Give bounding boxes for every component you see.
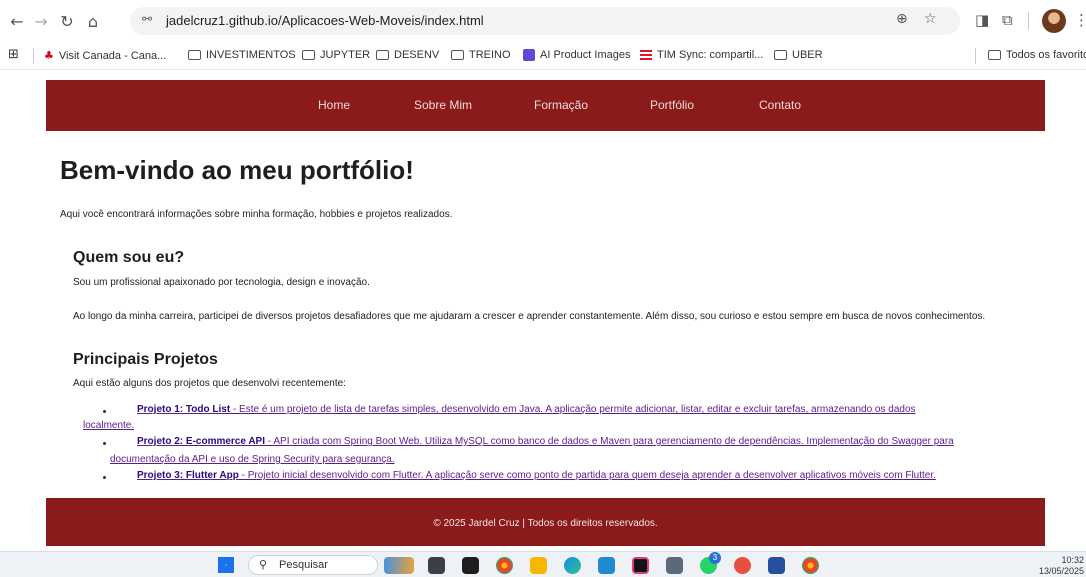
browser-toolbar: ← → ↻ ⌂ ⚯ jadelcruz1.github.io/Aplicacoe… [0, 0, 1086, 42]
project-1-desc-continued[interactable]: localmente. [83, 420, 134, 431]
site-footer: © 2025 Jardel Cruz | Todos os direitos r… [46, 498, 1045, 546]
list-bullet [103, 442, 106, 445]
project-3-title: Projeto 3: Flutter App [137, 470, 239, 481]
taskbar-search[interactable]: ⚲ Pesquisar [248, 555, 378, 575]
back-icon[interactable]: ← [6, 10, 28, 32]
bookmark-label: DESENV [394, 49, 440, 61]
project-1-link[interactable]: Projeto 1: Todo List - Este é um projeto… [137, 404, 916, 415]
taskbar: ⚲ Pesquisar 3 10:32 13/05/2025 [0, 551, 1086, 577]
list-bullet [103, 476, 106, 479]
folder-icon [376, 50, 389, 60]
star-icon[interactable]: ☆ [924, 11, 937, 27]
windows-start-icon[interactable] [218, 557, 234, 573]
bookmark-label: Todos os favoritos [1006, 49, 1086, 61]
extension-icon[interactable]: ◨ [975, 11, 989, 29]
project-2-title: Projeto 2: E-commerce API [137, 436, 266, 447]
folder-icon [988, 50, 1001, 60]
page-title: Bem-vindo ao meu portfólio! [60, 155, 414, 185]
url-text[interactable]: jadelcruz1.github.io/Aplicacoes-Web-Move… [166, 13, 484, 28]
list-bullet [103, 410, 106, 413]
site-navbar: Home Sobre Mim Formação Portfólio Contat… [46, 80, 1045, 131]
bookmark-ai-product-images[interactable]: AI Product Images [523, 49, 631, 61]
address-bar[interactable]: ⚯ jadelcruz1.github.io/Aplicacoes-Web-Mo… [130, 7, 960, 35]
zoom-icon[interactable]: ⊕ [896, 11, 908, 27]
bookmark-label: UBER [792, 49, 823, 61]
search-icon: ⚲ [259, 558, 268, 571]
bookmark-investimentos[interactable]: INVESTIMENTOS [188, 49, 296, 61]
bookmarks-bar: ⊞ ♣ Visit Canada - Cana... INVESTIMENTOS… [0, 42, 1086, 70]
system-clock[interactable]: 10:32 13/05/2025 [1038, 555, 1084, 577]
project-3-desc: - Projeto inicial desenvolvido com Flutt… [238, 470, 936, 481]
terminal-icon[interactable] [462, 557, 479, 574]
bookmarks-divider [975, 48, 976, 64]
edge-icon[interactable] [564, 557, 581, 574]
project-1-desc: - Este é um projeto de lista de tarefas … [230, 404, 916, 415]
bookmark-label: INVESTIMENTOS [206, 49, 296, 61]
apps-grid-icon[interactable]: ⊞ [8, 47, 19, 62]
bookmark-label: TIM Sync: compartil... [657, 49, 764, 61]
bookmark-all-favorites[interactable]: Todos os favoritos [988, 49, 1086, 61]
ai-product-icon [523, 49, 535, 61]
site-info-icon[interactable]: ⚯ [142, 12, 152, 26]
about-paragraph-1: Sou um profissional apaixonado por tecno… [73, 277, 370, 288]
project-2-link[interactable]: Projeto 2: E-commerce API - API criada c… [137, 436, 954, 447]
folder-icon [188, 50, 201, 60]
clock-time: 10:32 [1061, 555, 1084, 565]
vscode-icon[interactable] [598, 557, 615, 574]
project-1-title: Projeto 1: Todo List [137, 404, 231, 415]
project-3-link[interactable]: Projeto 3: Flutter App - Projeto inicial… [137, 470, 936, 481]
widgets-icon[interactable] [384, 557, 414, 574]
bookmark-tim-sync[interactable]: TIM Sync: compartil... [640, 49, 763, 61]
project-2-desc-continued[interactable]: documentação da API e uso de Spring Secu… [110, 454, 395, 465]
nav-home[interactable]: Home [318, 98, 350, 112]
chrome-icon[interactable] [496, 557, 513, 574]
bookmark-label: Visit Canada - Cana... [58, 49, 167, 62]
bookmark-desenv[interactable]: DESENV [376, 49, 439, 61]
extensions-icon[interactable]: ⧉ [1002, 11, 1013, 29]
about-paragraph-2: Ao longo da minha carreira, participei d… [73, 311, 986, 322]
bookmark-jupyter[interactable]: JUPYTER [302, 49, 370, 61]
footer-text: © 2025 Jardel Cruz | Todos os direitos r… [433, 518, 658, 529]
about-title: Quem sou eu? [73, 249, 185, 266]
home-icon[interactable]: ⌂ [82, 10, 104, 32]
jetbrains-icon[interactable] [632, 557, 649, 574]
reload-icon[interactable]: ↻ [56, 10, 78, 32]
maple-leaf-icon: ♣ [44, 49, 54, 62]
task-view-icon[interactable] [428, 557, 445, 574]
hero-intro: Aqui você encontrará informações sobre m… [60, 209, 453, 220]
tim-icon [640, 50, 652, 60]
nav-formacao[interactable]: Formação [534, 98, 588, 112]
whatsapp-icon[interactable]: 3 [700, 552, 721, 574]
app-icon[interactable] [734, 557, 751, 574]
nav-sobre-mim[interactable]: Sobre Mim [414, 98, 472, 112]
bookmark-visit-canada[interactable]: ♣ Visit Canada - Cana... [44, 49, 166, 62]
bookmark-treino[interactable]: TREINO [451, 49, 511, 61]
menu-icon[interactable]: ⋮ [1074, 11, 1086, 29]
bookmark-uber[interactable]: UBER [774, 49, 823, 61]
bookmark-label: TREINO [469, 49, 511, 61]
taskbar-search-label: Pesquisar [279, 559, 328, 571]
teams-icon[interactable] [768, 557, 785, 574]
forward-icon[interactable]: → [30, 10, 52, 32]
file-explorer-icon[interactable] [530, 557, 547, 574]
bookmarks-divider [33, 48, 34, 64]
clock-date: 13/05/2025 [1038, 566, 1084, 576]
projects-title: Principais Projetos [73, 351, 218, 368]
chrome-icon[interactable] [802, 557, 819, 574]
project-2-desc: - API criada com Spring Boot Web. Utiliz… [265, 436, 954, 447]
notification-badge: 3 [709, 552, 721, 564]
profile-avatar[interactable] [1042, 9, 1066, 33]
nav-contato[interactable]: Contato [759, 98, 801, 112]
bookmark-label: JUPYTER [320, 49, 371, 61]
calculator-icon[interactable] [666, 557, 683, 574]
toolbar-divider [1028, 12, 1029, 30]
bookmark-label: AI Product Images [540, 49, 631, 61]
nav-portfolio[interactable]: Portfólio [650, 98, 694, 112]
folder-icon [774, 50, 787, 60]
folder-icon [451, 50, 464, 60]
projects-intro: Aqui estão alguns dos projetos que desen… [73, 378, 346, 389]
folder-icon [302, 50, 315, 60]
